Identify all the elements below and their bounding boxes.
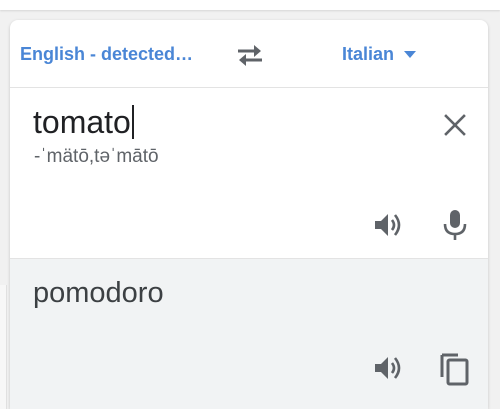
microphone-icon xyxy=(443,210,467,240)
swap-horizontal-icon xyxy=(238,45,262,66)
source-language-selector[interactable]: English - detected… xyxy=(20,44,193,65)
listen-source-button[interactable] xyxy=(371,208,405,242)
listen-translation-button[interactable] xyxy=(371,351,405,385)
edge-panel xyxy=(0,285,7,409)
top-bar xyxy=(0,0,500,10)
copy-icon xyxy=(440,353,469,386)
swap-languages-button[interactable] xyxy=(234,40,266,70)
caret-down-icon xyxy=(404,51,417,58)
target-language-label: Italian xyxy=(342,44,395,64)
text-cursor xyxy=(131,105,134,139)
source-text-area[interactable]: tomato -ˈmätō,təˈmātō xyxy=(10,88,488,258)
translation-result-text: pomodoro xyxy=(33,277,164,309)
language-bar: English - detected… Italian xyxy=(10,20,488,88)
source-input[interactable]: tomato xyxy=(33,102,134,142)
source-input-text: tomato xyxy=(33,104,131,140)
copy-translation-button[interactable] xyxy=(438,351,472,387)
clear-input-button[interactable] xyxy=(440,110,470,140)
translate-card: English - detected… Italian tomato -ˈmät… xyxy=(10,20,488,409)
close-icon xyxy=(444,114,466,136)
speaker-icon xyxy=(375,214,401,236)
speaker-icon xyxy=(375,357,401,379)
target-language-selector[interactable]: Italian xyxy=(342,44,417,65)
microphone-button[interactable] xyxy=(440,208,470,242)
phonetic-transcription: -ˈmätō,təˈmātō xyxy=(34,146,159,167)
translation-result-area: pomodoro xyxy=(10,258,488,409)
